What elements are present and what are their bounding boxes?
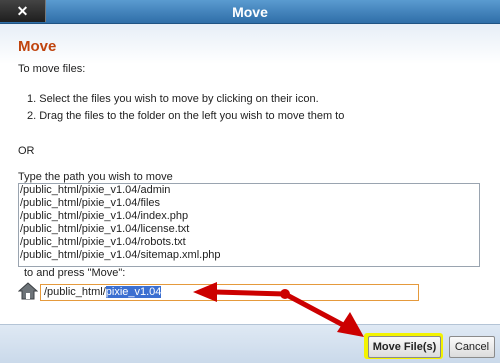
title-bar: ✕ Move: [0, 0, 500, 24]
dialog-heading: Move: [18, 38, 57, 55]
file-item: /public_html/pixie_v1.04/sitemap.xml.php: [20, 249, 221, 261]
file-item: /public_html/pixie_v1.04/files: [20, 197, 161, 209]
home-icon[interactable]: [18, 282, 38, 300]
file-item: /public_html/pixie_v1.04/admin: [20, 184, 171, 196]
cancel-button[interactable]: Cancel: [449, 336, 495, 358]
file-item: /public_html/pixie_v1.04/robots.txt: [20, 236, 186, 248]
step-2: 2. Drag the files to the folder on the l…: [27, 110, 345, 122]
file-item: /public_html/pixie_v1.04/index.php: [20, 210, 189, 222]
destination-path-selection: pixie_v1.04: [105, 286, 162, 298]
move-files-button[interactable]: Move File(s): [368, 336, 441, 358]
path-instruction: Type the path you wish to move: [18, 171, 173, 183]
destination-path-input[interactable]: /public_html/pixie_v1.04: [40, 284, 419, 301]
press-instruction: to and press "Move":: [24, 267, 126, 279]
step-1: 1. Select the files you wish to move by …: [27, 93, 319, 105]
file-item: /public_html/pixie_v1.04/license.txt: [20, 223, 190, 235]
file-list[interactable]: /public_html/pixie_v1.04/admin /public_h…: [18, 183, 480, 267]
destination-path-prefix: /public_html/: [44, 286, 106, 298]
or-label: OR: [18, 145, 35, 157]
intro-text: To move files:: [18, 63, 86, 75]
dialog-content: Move To move files: 1. Select the files …: [0, 24, 500, 324]
window-title: Move: [232, 4, 268, 20]
